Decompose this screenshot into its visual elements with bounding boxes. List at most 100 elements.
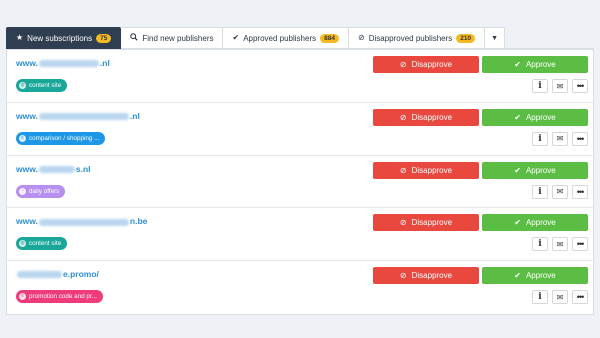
tag-label: content site bbox=[29, 82, 62, 89]
redacted-domain bbox=[17, 271, 62, 279]
tab-find-new-publishers[interactable]: Find new publishers bbox=[121, 27, 224, 49]
site-suffix: n.be bbox=[129, 216, 148, 227]
subscription-row: www. n.be ◍ content site ⊘ Disapprove ✔ A… bbox=[7, 208, 593, 262]
count-badge: 210 bbox=[456, 33, 476, 43]
ellipsis-icon: ••• bbox=[576, 292, 585, 303]
tab-approved-publishers[interactable]: ✔ Approved publishers 884 bbox=[223, 27, 349, 49]
globe-icon: ◍ bbox=[19, 82, 26, 89]
more-options-button[interactable]: ••• bbox=[572, 79, 588, 93]
ban-icon: ⊘ bbox=[399, 112, 407, 122]
category-tag: ≡ promotion code and pr... bbox=[16, 290, 103, 304]
approve-label: Approve bbox=[525, 112, 556, 122]
disapprove-label: Disapprove bbox=[411, 165, 453, 175]
message-button[interactable]: ✉ bbox=[552, 290, 568, 305]
disapprove-label: Disapprove bbox=[411, 271, 453, 281]
check-icon: ✔ bbox=[232, 33, 240, 42]
ellipsis-icon: ••• bbox=[576, 81, 585, 91]
more-options-button[interactable]: ••• bbox=[572, 290, 588, 305]
count-badge: 884 bbox=[320, 33, 339, 43]
site-suffix: s.nl bbox=[75, 163, 91, 174]
more-options-button[interactable]: ••• bbox=[572, 184, 588, 199]
disapprove-label: Disapprove bbox=[411, 60, 453, 69]
site-prefix: www. bbox=[16, 216, 38, 227]
category-tag: ◍ content site bbox=[16, 79, 68, 92]
publisher-site-link[interactable]: www. s.nl bbox=[16, 164, 91, 174]
check-icon: ✔ bbox=[514, 60, 521, 69]
envelope-icon: ✉ bbox=[556, 134, 564, 144]
subscription-row: e.promo/ ≡ promotion code and pr... ⊘ Di… bbox=[7, 261, 593, 314]
publisher-site-link[interactable]: www. .nl bbox=[16, 111, 140, 121]
tab-label: New subscriptions bbox=[27, 33, 93, 43]
publisher-tabs: ★ New subscriptions 75 Find new publishe… bbox=[6, 27, 594, 49]
approve-label: Approve bbox=[525, 218, 556, 228]
subscription-row: www. .nl ◍ content site ⊘ Disapprove ✔ Ap… bbox=[7, 50, 593, 103]
tag-label: daily offers bbox=[29, 187, 60, 195]
disapprove-label: Disapprove bbox=[411, 218, 453, 228]
tabs-dropdown-toggle[interactable]: ▼ bbox=[485, 27, 506, 49]
subscription-row: www. s.nl ◔ daily offers ⊘ Disapprove ✔ A… bbox=[7, 156, 593, 209]
info-button[interactable]: i bbox=[532, 131, 548, 146]
category-tag: ◍ content site bbox=[16, 237, 68, 251]
envelope-icon: ✉ bbox=[556, 239, 564, 249]
disapprove-button[interactable]: ⊘ Disapprove bbox=[373, 56, 479, 73]
disapprove-button[interactable]: ⊘ Disapprove bbox=[373, 108, 479, 126]
check-icon: ✔ bbox=[514, 271, 521, 281]
ellipsis-icon: ••• bbox=[576, 133, 585, 144]
disapprove-button[interactable]: ⊘ Disapprove bbox=[373, 161, 479, 179]
message-button[interactable]: ✉ bbox=[552, 237, 568, 252]
tag-label: promotion code and pr... bbox=[29, 293, 97, 301]
envelope-icon: ✉ bbox=[556, 81, 564, 91]
message-button[interactable]: ✉ bbox=[552, 131, 568, 146]
publisher-site-link[interactable]: www. n.be bbox=[16, 216, 147, 226]
more-options-button[interactable]: ••• bbox=[572, 237, 588, 252]
tab-label: Disapproved publishers bbox=[368, 33, 453, 43]
tab-label: Approved publishers bbox=[243, 33, 317, 43]
tab-new-subscriptions[interactable]: ★ New subscriptions 75 bbox=[6, 27, 122, 49]
clock-icon: ◔ bbox=[19, 187, 26, 195]
approve-button[interactable]: ✔ Approve bbox=[482, 267, 588, 285]
site-suffix: e.promo/ bbox=[63, 269, 99, 280]
publisher-site-link[interactable]: www. .nl bbox=[16, 58, 110, 68]
disapprove-button[interactable]: ⊘ Disapprove bbox=[373, 214, 479, 232]
more-options-button[interactable]: ••• bbox=[572, 131, 588, 146]
search-icon bbox=[130, 33, 138, 43]
count-badge: 75 bbox=[96, 33, 112, 43]
disapprove-label: Disapprove bbox=[411, 112, 453, 122]
site-prefix: www. bbox=[16, 163, 38, 174]
info-button[interactable]: i bbox=[532, 79, 548, 93]
info-button[interactable]: i bbox=[532, 184, 548, 199]
tab-disapproved-publishers[interactable]: ⊘ Disapproved publishers 210 bbox=[348, 27, 486, 49]
approve-button[interactable]: ✔ Approve bbox=[482, 161, 588, 179]
site-prefix: www. bbox=[16, 58, 38, 68]
ban-icon: ⊘ bbox=[399, 271, 407, 281]
globe-icon: ◍ bbox=[19, 240, 26, 248]
subscription-row: www. .nl ≡ comparison / shopping ... ⊘ Di… bbox=[7, 103, 593, 156]
info-icon: i bbox=[538, 186, 542, 197]
tag-label: content site bbox=[29, 240, 62, 248]
disapprove-button[interactable]: ⊘ Disapprove bbox=[373, 267, 479, 285]
tab-label: Find new publishers bbox=[142, 33, 214, 43]
ban-icon: ⊘ bbox=[399, 165, 407, 175]
check-icon: ✔ bbox=[514, 218, 521, 228]
message-button[interactable]: ✉ bbox=[552, 184, 568, 199]
approve-button[interactable]: ✔ Approve bbox=[482, 56, 588, 73]
redacted-domain bbox=[38, 113, 129, 121]
tag-label: comparison / shopping ... bbox=[29, 134, 100, 142]
info-button[interactable]: i bbox=[532, 290, 548, 305]
info-button[interactable]: i bbox=[532, 237, 548, 252]
message-button[interactable]: ✉ bbox=[552, 79, 568, 93]
approve-button[interactable]: ✔ Approve bbox=[482, 108, 588, 126]
info-icon: i bbox=[538, 239, 542, 250]
publisher-site-link[interactable]: e.promo/ bbox=[16, 269, 99, 279]
check-icon: ✔ bbox=[514, 165, 521, 175]
ban-icon: ⊘ bbox=[399, 60, 407, 69]
list-icon: ≡ bbox=[19, 293, 26, 301]
site-suffix: .nl bbox=[99, 58, 110, 68]
star-icon: ★ bbox=[16, 33, 24, 42]
ban-icon: ⊘ bbox=[357, 33, 365, 42]
ellipsis-icon: ••• bbox=[576, 186, 585, 197]
envelope-icon: ✉ bbox=[556, 187, 564, 197]
category-tag: ≡ comparison / shopping ... bbox=[16, 131, 106, 145]
approve-button[interactable]: ✔ Approve bbox=[482, 214, 588, 232]
category-tag: ◔ daily offers bbox=[16, 184, 66, 198]
